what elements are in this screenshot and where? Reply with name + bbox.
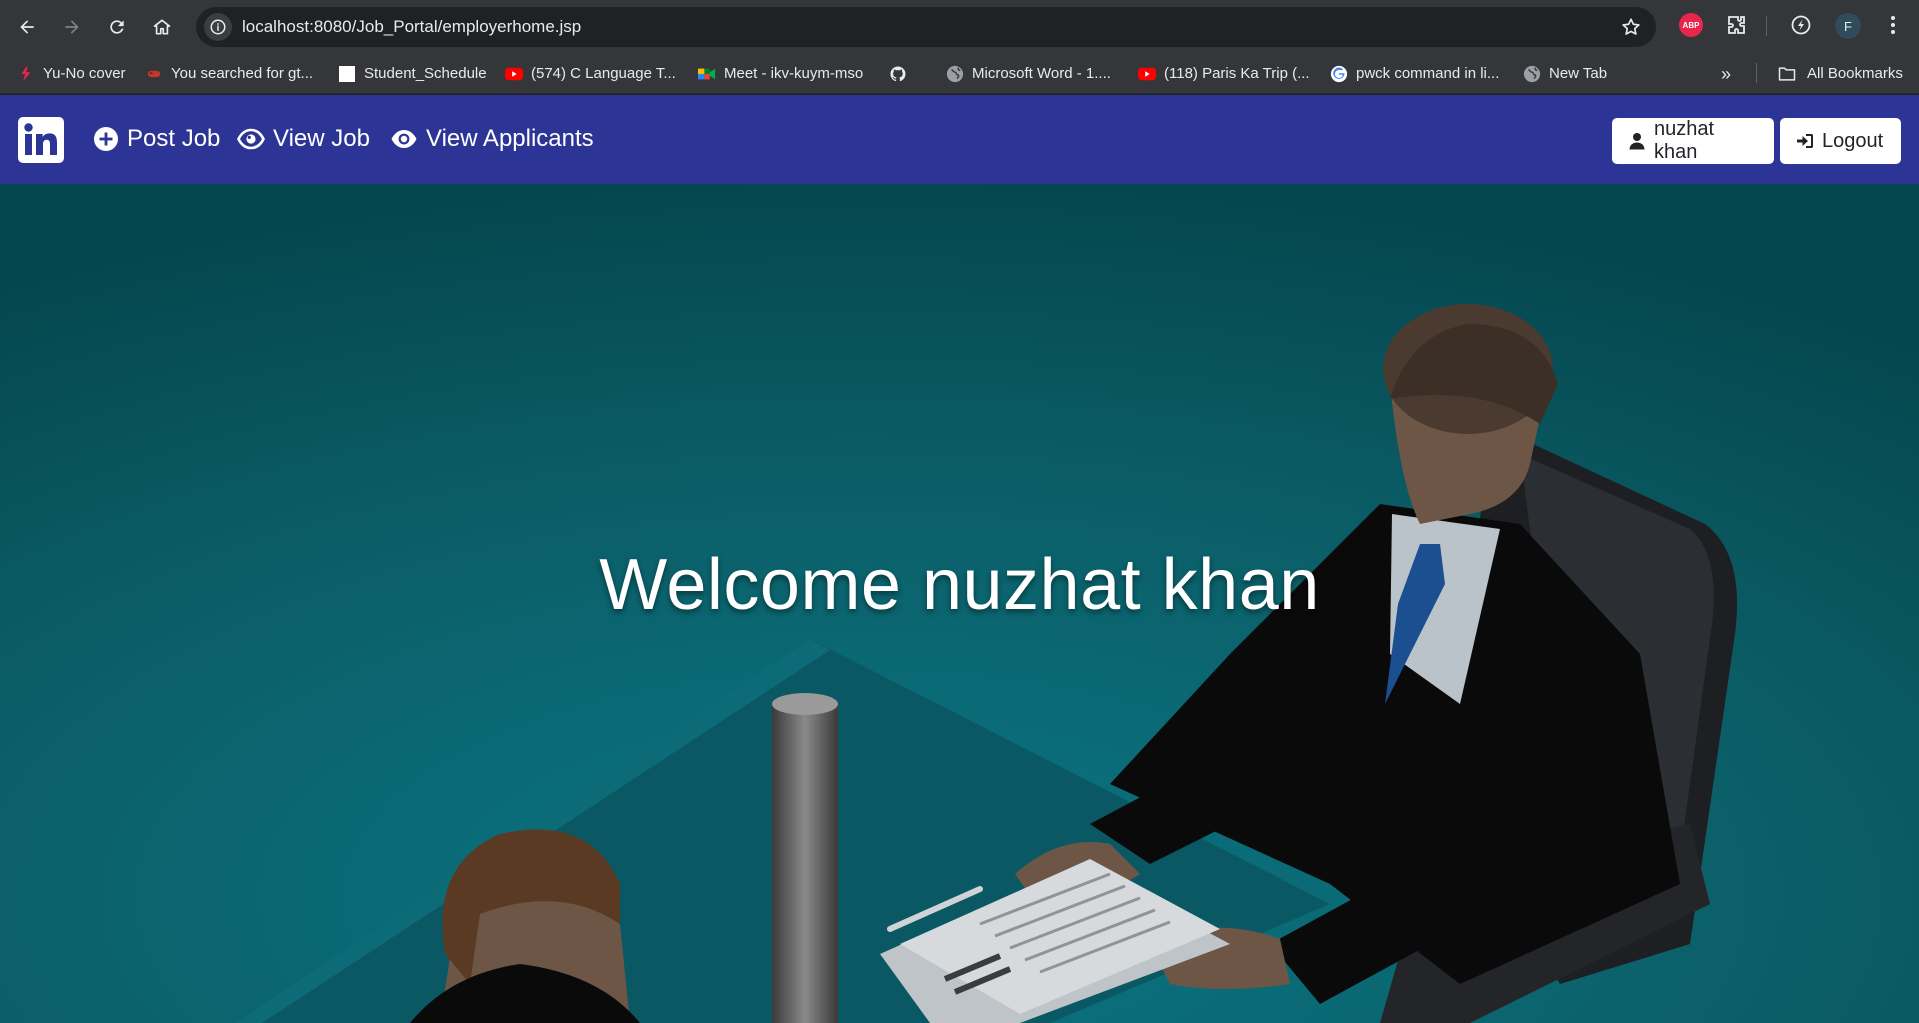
nav-post-job[interactable]: Post Job xyxy=(93,122,220,156)
bookmark-item[interactable]: Meet - ikv-kuym-mso xyxy=(698,53,863,94)
bookmark-favicon-icon xyxy=(17,65,35,83)
adblock-extension-icon[interactable]: ABP xyxy=(1679,13,1703,37)
performance-icon[interactable] xyxy=(1789,13,1813,37)
reload-icon xyxy=(110,20,124,34)
hero-banner: Welcome nuzhat khan xyxy=(0,184,1919,1023)
bookmark-item[interactable]: pwck command in li... xyxy=(1330,53,1499,94)
bookmark-favicon-icon xyxy=(145,65,163,83)
linkedin-icon[interactable] xyxy=(18,117,64,163)
profile-avatar[interactable]: F xyxy=(1835,13,1861,39)
folder-icon xyxy=(1778,66,1796,81)
web-page: Post Job View Job View Applicants nuzhat… xyxy=(0,95,1919,1023)
hero-title: Welcome nuzhat khan xyxy=(599,545,1320,625)
google-meet-icon xyxy=(698,65,716,83)
eye-icon xyxy=(237,128,265,150)
user-profile-button[interactable]: nuzhat khan xyxy=(1612,118,1774,164)
all-bookmarks-button[interactable]: All Bookmarks xyxy=(1776,53,1903,94)
back-button[interactable] xyxy=(11,11,43,43)
address-bar[interactable]: localhost:8080/Job_Portal/employerhome.j… xyxy=(196,7,1656,47)
arrow-right-icon xyxy=(65,20,79,34)
plus-circle-icon xyxy=(94,127,118,151)
reload-button[interactable] xyxy=(101,11,133,43)
site-info-icon[interactable] xyxy=(204,13,232,41)
github-icon xyxy=(889,65,907,83)
blank-page-icon xyxy=(338,65,356,83)
bookmarks-divider xyxy=(1756,63,1757,83)
forward-button[interactable] xyxy=(56,11,88,43)
bookmark-item[interactable]: You searched for gt... xyxy=(145,53,313,94)
nav-view-job[interactable]: View Job xyxy=(237,122,370,156)
bookmark-item[interactable]: Student_Schedule xyxy=(338,53,487,94)
google-icon xyxy=(1330,65,1348,83)
bookmark-item[interactable]: Microsoft Word - 1.... xyxy=(946,53,1111,94)
bookmark-item[interactable]: New Tab xyxy=(1523,53,1607,94)
extensions-puzzle-icon[interactable] xyxy=(1725,13,1749,37)
home-icon xyxy=(153,19,171,35)
url-text[interactable]: localhost:8080/Job_Portal/employerhome.j… xyxy=(242,7,581,47)
home-button[interactable] xyxy=(146,11,178,43)
youtube-icon xyxy=(1138,65,1156,83)
bookmarks-overflow-button[interactable]: » xyxy=(1714,62,1738,86)
arrow-left-icon xyxy=(20,20,34,34)
browser-toolbar: localhost:8080/Job_Portal/employerhome.j… xyxy=(0,0,1919,53)
sign-in-icon xyxy=(1797,134,1813,148)
bookmark-item[interactable]: (118) Paris Ka Trip (... xyxy=(1138,53,1310,94)
bookmark-item[interactable]: (574) C Language T... xyxy=(505,53,676,94)
star-icon[interactable] xyxy=(1620,16,1642,38)
globe-icon xyxy=(946,65,964,83)
bookmarks-bar: Yu-No cover You searched for gt... Stude… xyxy=(0,53,1919,94)
nav-view-applicants[interactable]: View Applicants xyxy=(390,122,594,156)
youtube-icon xyxy=(505,65,523,83)
site-navbar: Post Job View Job View Applicants nuzhat… xyxy=(0,95,1919,184)
user-icon xyxy=(1629,133,1645,150)
toolbar-divider xyxy=(1766,16,1767,36)
menu-kebab-icon[interactable] xyxy=(1883,13,1903,37)
bookmark-item[interactable]: Yu-No cover xyxy=(17,53,126,94)
bookmark-item[interactable] xyxy=(889,53,915,94)
logout-button[interactable]: Logout xyxy=(1780,118,1901,164)
globe-icon xyxy=(1523,65,1541,83)
eye-icon xyxy=(391,130,417,148)
